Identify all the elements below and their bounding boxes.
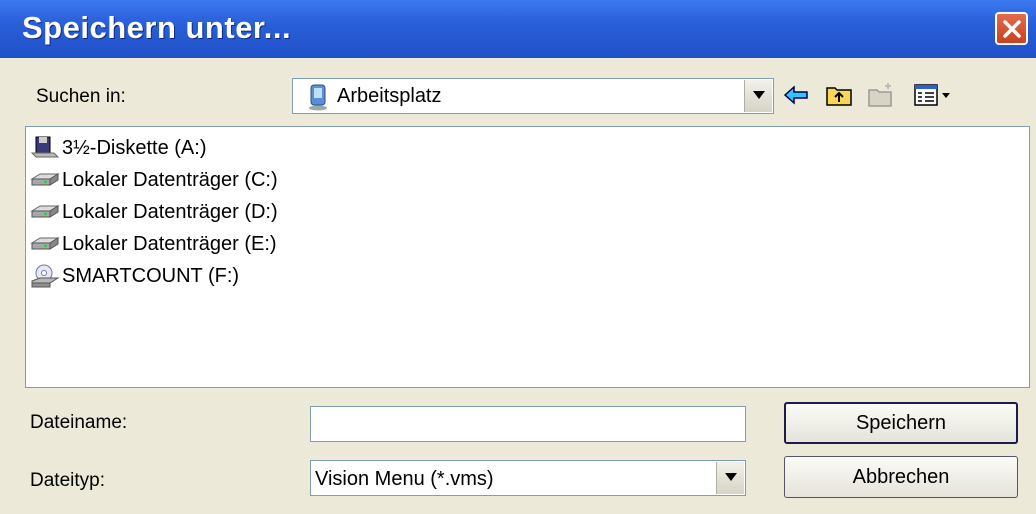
hard-drive-icon xyxy=(30,173,60,186)
cd-drive-icon xyxy=(31,264,60,288)
file-list[interactable]: 3½-Diskette (A:) Lokaler Datenträger (C:… xyxy=(25,126,1030,388)
list-item[interactable]: 3½-Diskette (A:) xyxy=(30,133,206,163)
hard-drive-icon xyxy=(30,237,60,250)
lookin-dropdown-button[interactable] xyxy=(744,80,772,112)
filetype-label: Dateityp: xyxy=(30,470,105,491)
new-folder-button[interactable] xyxy=(866,80,896,110)
up-folder-icon xyxy=(826,87,852,106)
lookin-select[interactable]: Arbeitsplatz xyxy=(292,78,774,114)
filetype-dropdown-button[interactable] xyxy=(716,462,744,494)
lookin-value: Arbeitsplatz xyxy=(337,85,442,107)
view-menu-button[interactable] xyxy=(912,80,960,110)
window-title: Speichern unter... xyxy=(22,10,292,45)
filetype-select[interactable]: Vision Menu (*.vms) xyxy=(310,460,746,496)
view-menu-icon xyxy=(914,84,950,106)
list-item[interactable]: Lokaler Datenträger (D:) xyxy=(30,197,278,227)
list-item[interactable]: Lokaler Datenträger (E:) xyxy=(30,229,277,259)
save-button[interactable]: Speichern xyxy=(784,402,1018,444)
title-bar: Speichern unter... xyxy=(0,0,1036,58)
chevron-down-icon xyxy=(725,473,737,481)
floppy-drive-icon xyxy=(30,136,60,158)
new-folder-icon xyxy=(868,83,892,107)
list-item[interactable]: Lokaler Datenträger (C:) xyxy=(30,165,278,195)
close-button[interactable] xyxy=(995,12,1028,45)
up-folder-button[interactable] xyxy=(824,80,854,110)
back-arrow-icon xyxy=(783,85,808,105)
chevron-down-icon xyxy=(753,91,765,99)
filename-field[interactable] xyxy=(310,406,746,442)
filename-label: Dateiname: xyxy=(30,412,128,433)
filetype-value: Vision Menu (*.vms) xyxy=(315,468,494,490)
list-item[interactable]: SMARTCOUNT (F:) xyxy=(30,261,239,291)
back-button[interactable] xyxy=(782,80,812,110)
cancel-button[interactable]: Abbrechen xyxy=(784,456,1018,498)
computer-icon xyxy=(309,84,327,111)
lookin-label: Suchen in: xyxy=(36,86,126,107)
close-icon xyxy=(1003,20,1021,38)
hard-drive-icon xyxy=(30,205,60,218)
